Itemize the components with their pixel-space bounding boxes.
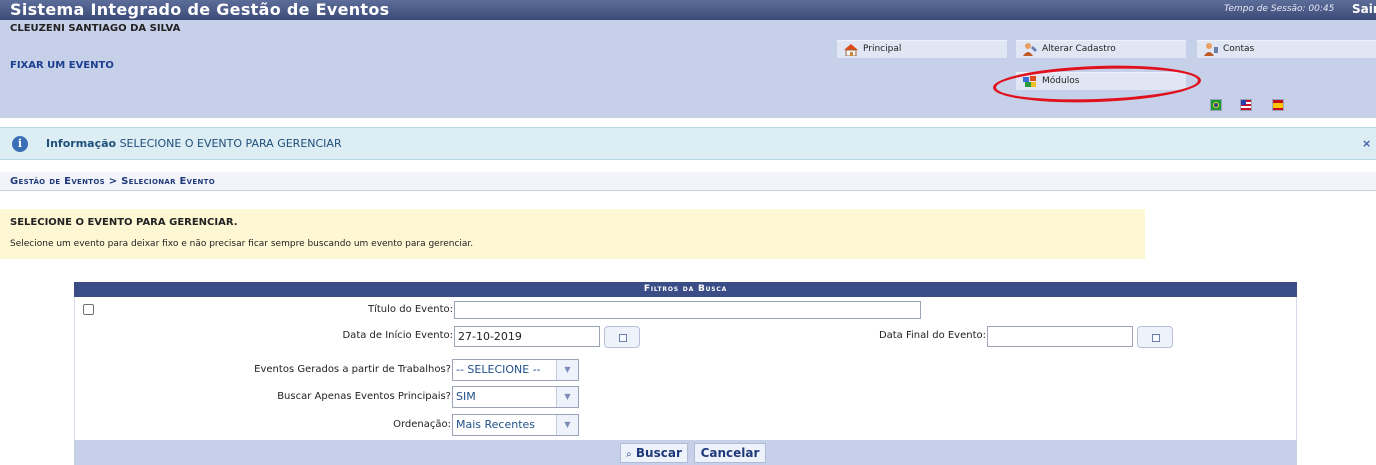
flag-spain-icon[interactable] bbox=[1272, 99, 1284, 111]
end-date-calendar-icon[interactable] bbox=[1137, 326, 1173, 348]
contas-label: Contas bbox=[1223, 44, 1255, 54]
instructions-text: Selecione um evento para deixar fixo e n… bbox=[10, 239, 474, 249]
chevron-down-icon: ▼ bbox=[556, 387, 578, 407]
chevron-down-icon: ▼ bbox=[556, 360, 578, 380]
ordering-value: Mais Recentes bbox=[456, 418, 536, 431]
search-filters-form: Filtros da Busca Título do Evento: Data … bbox=[74, 282, 1297, 465]
logout-link[interactable]: Sair bbox=[1352, 2, 1376, 16]
info-icon: i bbox=[12, 136, 28, 152]
start-date-calendar-icon[interactable] bbox=[604, 326, 640, 348]
generated-from-works-label: Eventos Gerados a partir de Trabalhos? bbox=[254, 364, 451, 375]
ordering-select[interactable]: Mais Recentes ▼ bbox=[452, 414, 579, 436]
generated-from-works-value: -- SELECIONE -- bbox=[456, 363, 541, 376]
header-panel: CLEUZENI SANTIAGO DA SILVA FIXAR UM EVEN… bbox=[0, 20, 1376, 118]
user-accounts-icon bbox=[1204, 43, 1218, 56]
generated-from-works-select[interactable]: -- SELECIONE -- ▼ bbox=[452, 359, 579, 381]
session-timer: Tempo de Sessão: 00:45 bbox=[1224, 4, 1335, 14]
principal-label: Principal bbox=[863, 44, 902, 54]
chevron-down-icon: ▼ bbox=[556, 415, 578, 435]
search-button-label: Buscar bbox=[635, 446, 682, 460]
end-date-input[interactable] bbox=[987, 326, 1133, 347]
highlight-circle bbox=[992, 62, 1202, 106]
close-icon[interactable]: × bbox=[1362, 137, 1371, 150]
breadcrumb: Gestão de Eventos > Selecionar Evento bbox=[0, 172, 1376, 191]
cancel-button[interactable]: Cancelar bbox=[694, 443, 766, 463]
user-name: CLEUZENI SANTIAGO DA SILVA bbox=[10, 23, 181, 34]
filters-body: Título do Evento: Data de Início Evento:… bbox=[74, 297, 1297, 440]
contas-button[interactable]: Contas bbox=[1197, 40, 1376, 58]
flag-brazil-icon[interactable] bbox=[1210, 99, 1222, 111]
search-icon: ⌕ bbox=[626, 449, 632, 460]
event-title-input[interactable] bbox=[454, 301, 921, 319]
user-edit-icon bbox=[1023, 43, 1037, 56]
info-label: Informação bbox=[46, 137, 117, 150]
home-icon bbox=[844, 44, 858, 56]
app-title: Sistema Integrado de Gestão de Eventos bbox=[10, 0, 390, 19]
principal-button[interactable]: Principal bbox=[837, 40, 1007, 58]
info-message-bar: i Informação SELECIONE O EVENTO PARA GER… bbox=[0, 127, 1376, 160]
end-date-label: Data Final do Evento: bbox=[878, 330, 986, 341]
event-title-checkbox[interactable] bbox=[83, 304, 94, 315]
flag-usa-icon[interactable] bbox=[1240, 99, 1252, 111]
alterar-cadastro-label: Alterar Cadastro bbox=[1042, 44, 1116, 54]
filters-footer: ⌕ Buscar Cancelar bbox=[74, 440, 1297, 465]
only-main-events-value: SIM bbox=[456, 390, 476, 403]
only-main-events-label: Buscar Apenas Eventos Principais? bbox=[277, 391, 451, 402]
only-main-events-select[interactable]: SIM ▼ bbox=[452, 386, 579, 408]
info-message: SELECIONE O EVENTO PARA GERENCIAR bbox=[119, 137, 342, 150]
event-title-label: Título do Evento: bbox=[368, 304, 453, 315]
alterar-cadastro-button[interactable]: Alterar Cadastro bbox=[1016, 40, 1186, 58]
instructions-title: SELECIONE O EVENTO PARA GERENCIAR. bbox=[10, 217, 238, 228]
ordering-label: Ordenação: bbox=[393, 419, 451, 430]
search-button[interactable]: ⌕ Buscar bbox=[620, 443, 688, 463]
top-bar: Sistema Integrado de Gestão de Eventos T… bbox=[0, 0, 1376, 20]
fix-event-link[interactable]: FIXAR UM EVENTO bbox=[10, 60, 114, 71]
start-date-input[interactable]: 27-10-2019 bbox=[454, 326, 600, 347]
filters-title: Filtros da Busca bbox=[74, 282, 1297, 297]
breadcrumb-text: Gestão de Eventos > Selecionar Evento bbox=[10, 176, 215, 187]
info-text: Informação SELECIONE O EVENTO PARA GEREN… bbox=[46, 137, 342, 150]
instructions-box: SELECIONE O EVENTO PARA GERENCIAR. Selec… bbox=[0, 209, 1145, 259]
start-date-label: Data de Início Evento: bbox=[342, 330, 453, 341]
